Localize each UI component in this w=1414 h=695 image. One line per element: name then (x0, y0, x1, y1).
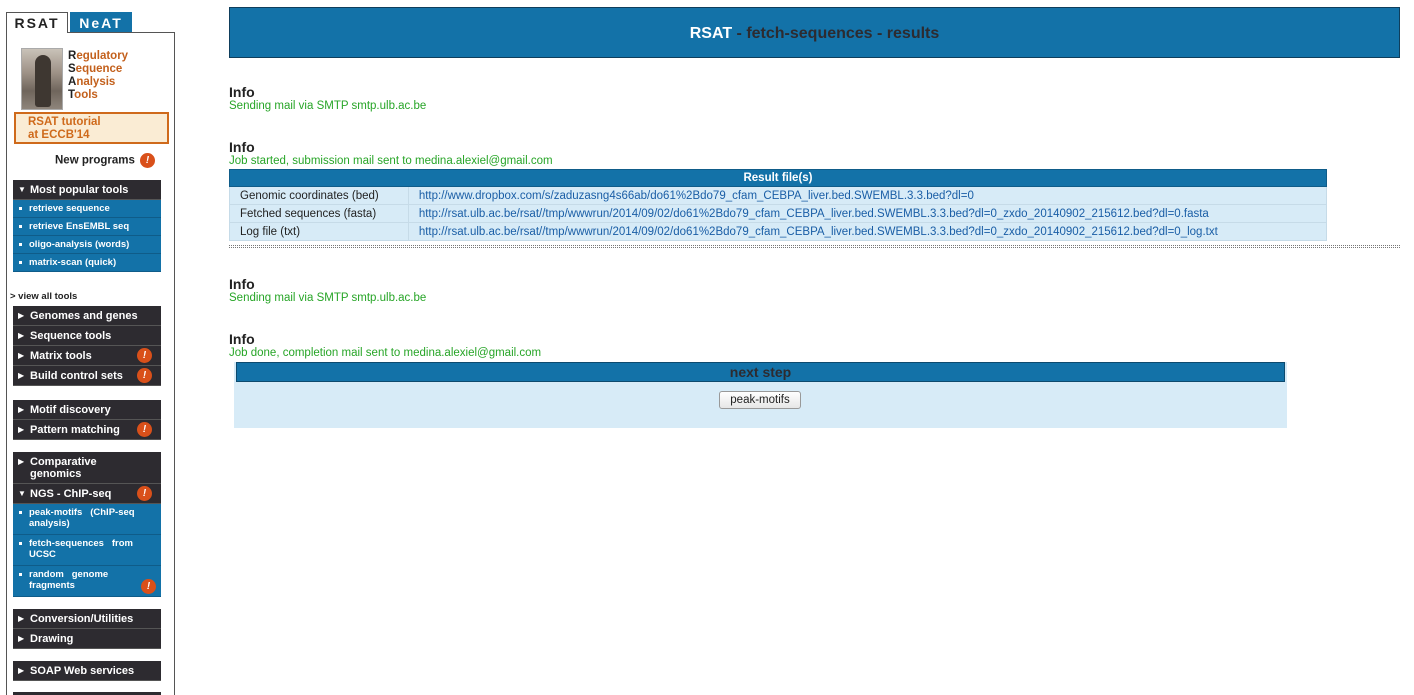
triangle-right-icon: ▶ (18, 371, 25, 380)
menu-group-3: ▶ Comparative genomics ▼ NGS - ChIP-seq! … (13, 452, 161, 597)
triangle-right-icon: ▶ (18, 614, 25, 623)
rsat-logo-image[interactable] (21, 48, 63, 110)
table-row: Fetched sequences (fasta) http://rsat.ul… (229, 204, 1328, 223)
info-title: Info (229, 331, 255, 347)
tab-rsat[interactable]: RSAT (6, 12, 68, 33)
info-block: Info Job done, completion mail sent to m… (229, 331, 541, 360)
page-title-rsat: RSAT (689, 25, 733, 42)
info-message: Job done, completion mail sent to medina… (229, 347, 542, 359)
menu-head-motif-discovery[interactable]: ▶ Motif discovery (13, 400, 161, 420)
new-badge-icon: ! (137, 348, 152, 363)
view-all-tools-link[interactable]: > view all tools (10, 291, 77, 302)
menu-group-2: ▶ Motif discovery ▶ Pattern matching! (13, 400, 161, 440)
tutorial-line-2: at ECCB'14 (28, 129, 90, 141)
menu-group-5: ▶ SOAP Web services (13, 661, 161, 681)
menu-group-4: ▶ Conversion/Utilities ▶ Drawing (13, 609, 161, 649)
menu-head-build-control-sets[interactable]: ▶ Build control sets! (13, 366, 161, 386)
triangle-right-icon: ▶ (18, 457, 25, 466)
result-link[interactable]: http://www.dropbox.com/s/zaduzasng4s66ab… (407, 186, 1328, 205)
menu-head-sequence-tools[interactable]: ▶ Sequence tools (13, 326, 161, 346)
menu-head-ngs-chip-seq[interactable]: ▼ NGS - ChIP-seq! (13, 484, 161, 504)
triangle-right-icon: ▶ (18, 405, 25, 414)
next-step-panel: next step peak-motifs (234, 362, 1287, 428)
info-title: Info (229, 84, 255, 100)
triangle-down-icon: ▼ (18, 185, 26, 194)
section-divider (229, 245, 1400, 248)
new-programs-label: New programs (55, 154, 135, 167)
menu-head-pattern-matching[interactable]: ▶ Pattern matching! (13, 420, 161, 440)
menu-item-fetch-sequences[interactable]: fetch-sequences from UCSC (13, 535, 161, 566)
menu-head-matrix-tools[interactable]: ▶ Matrix tools! (13, 346, 161, 366)
tab-neat[interactable]: NeAT (70, 12, 132, 32)
new-badge-icon: ! (137, 486, 152, 501)
table-row: Genomic coordinates (bed) http://www.dro… (229, 186, 1328, 205)
menu-head-conversion-utilities[interactable]: ▶ Conversion/Utilities (13, 609, 161, 629)
result-label: Log file (txt) (229, 222, 409, 241)
info-message: Sending mail via SMTP smtp.ulb.ac.be (229, 100, 427, 112)
result-link[interactable]: http://rsat.ulb.ac.be/rsat//tmp/wwwrun/2… (407, 222, 1328, 241)
triangle-right-icon: ▶ (18, 351, 25, 360)
menu-head-comparative-genomics[interactable]: ▶ Comparative genomics (13, 452, 161, 484)
new-badge-icon: ! (141, 579, 156, 594)
info-message: Job started, submission mail sent to med… (229, 155, 553, 167)
info-message: Sending mail via SMTP smtp.ulb.ac.be (229, 292, 427, 304)
info-block: Info Sending mail via SMTP smtp.ulb.ac.b… (229, 276, 426, 305)
statue-figure (35, 55, 51, 107)
page-title-rest: - fetch-sequences - results (732, 25, 940, 42)
result-files-table: Result file(s) Genomic coordinates (bed)… (229, 169, 1328, 241)
new-badge-icon: ! (140, 153, 156, 168)
table-row: Log file (txt) http://rsat.ulb.ac.be/rsa… (229, 222, 1328, 241)
menu-item-peak-motifs[interactable]: peak-motifs (ChIP-seq analysis) (13, 504, 161, 535)
menu-item-oligo-analysis[interactable]: oligo-analysis (words) (13, 236, 161, 254)
triangle-down-icon: ▼ (18, 489, 26, 498)
menu-item-retrieve-ensembl[interactable]: retrieve EnsEMBL seq (13, 218, 161, 236)
info-title: Info (229, 276, 255, 292)
logo-line: Regulatory (68, 50, 129, 62)
logo-line: Tools (68, 89, 98, 101)
next-step-title: next step (236, 362, 1285, 382)
peak-motifs-button[interactable]: peak-motifs (719, 391, 801, 409)
tutorial-link[interactable]: RSAT tutorial at ECCB'14 (14, 112, 169, 144)
result-link[interactable]: http://rsat.ulb.ac.be/rsat//tmp/wwwrun/2… (407, 204, 1328, 223)
page-title: RSAT - fetch-sequences - results (229, 7, 1400, 58)
info-block: Info Job started, submission mail sent t… (229, 139, 553, 168)
table-header-row: Result file(s) (229, 169, 1327, 187)
logo-line: Analysis (68, 76, 116, 88)
menu-item-retrieve-sequence[interactable]: retrieve sequence (13, 200, 161, 218)
menu-group-1: ▶ Genomes and genes ▶ Sequence tools ▶ Matr… (13, 306, 161, 386)
new-badge-icon: ! (137, 422, 152, 437)
info-title: Info (229, 139, 255, 155)
result-label: Genomic coordinates (bed) (229, 186, 409, 205)
triangle-right-icon: ▶ (18, 425, 25, 434)
sidebar: Regulatory Sequence Analysis Tools RSAT … (6, 32, 175, 695)
triangle-right-icon: ▶ (18, 311, 25, 320)
menu-head-drawing[interactable]: ▶ Drawing (13, 629, 161, 649)
menu-head-genomes[interactable]: ▶ Genomes and genes (13, 306, 161, 326)
menu-item-random-genome-fragments[interactable]: random genome fragments ! (13, 566, 161, 597)
triangle-right-icon: ▶ (18, 666, 25, 675)
menu-item-matrix-scan[interactable]: matrix-scan (quick) (13, 254, 161, 272)
new-badge-icon: ! (137, 368, 152, 383)
tutorial-line-1: RSAT tutorial (28, 116, 101, 128)
menu-head-soap-web-services[interactable]: ▶ SOAP Web services (13, 661, 161, 681)
popular-tools-menu: ▼ Most popular tools retrieve sequence re… (13, 180, 161, 272)
triangle-right-icon: ▶ (18, 331, 25, 340)
logo-line: Sequence (68, 63, 123, 75)
menu-head-popular[interactable]: ▼ Most popular tools (13, 180, 161, 200)
result-files-header: Result file(s) (229, 169, 1327, 187)
info-block: Info Sending mail via SMTP smtp.ulb.ac.b… (229, 84, 426, 113)
triangle-right-icon: ▶ (18, 634, 25, 643)
new-programs-link[interactable]: New programs ! (55, 153, 156, 168)
result-label: Fetched sequences (fasta) (229, 204, 409, 223)
rsat-logo-text[interactable]: Regulatory Sequence Analysis Tools (68, 50, 128, 102)
